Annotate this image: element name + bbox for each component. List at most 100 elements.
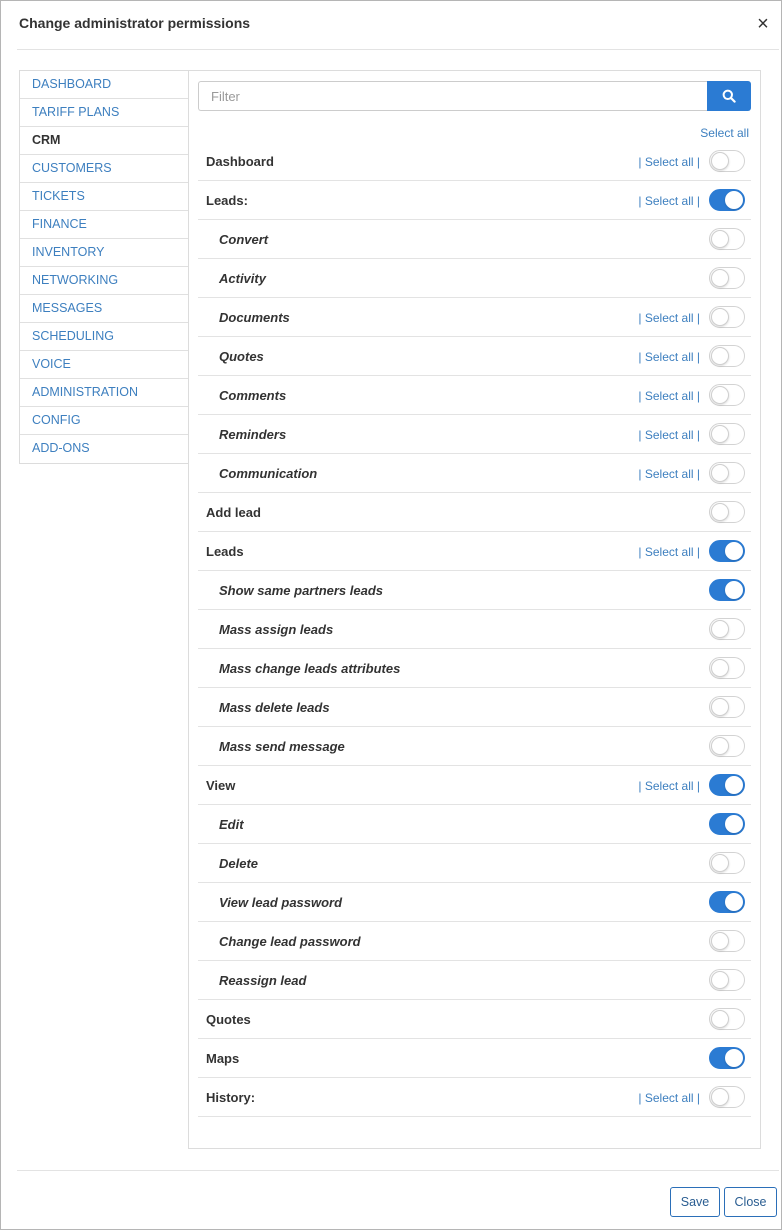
toggle-knob [711,1010,729,1028]
row-select-all-link[interactable]: | Select all | [638,428,700,442]
permission-row: Show same partners leads [198,571,751,610]
select-all-link[interactable]: Select all [700,126,749,140]
permission-row: Mass assign leads [198,610,751,649]
permission-toggle[interactable] [709,774,745,796]
permission-label: History: [206,1090,256,1105]
sidebar-item-dashboard[interactable]: DASHBOARD [20,71,189,99]
permission-row: Maps [198,1039,751,1078]
search-icon [722,89,736,103]
permission-toggle[interactable] [709,345,745,367]
sidebar-item-scheduling[interactable]: SCHEDULING [20,323,189,351]
permission-row: Mass change leads attributes [198,649,751,688]
close-button[interactable]: Close [724,1187,777,1217]
footer-divider [17,1170,779,1171]
sidebar-item-voice[interactable]: VOICE [20,351,189,379]
toggle-knob [725,776,743,794]
permission-label: Change lead password [219,934,361,949]
permission-row: History: | Select all | [198,1078,751,1117]
permission-toggle[interactable] [709,657,745,679]
permission-row: Leads | Select all | [198,532,751,571]
permission-toggle[interactable] [709,969,745,991]
permission-row: View | Select all | [198,766,751,805]
sidebar-item-config[interactable]: CONFIG [20,407,189,435]
sidebar-item-tariff-plans[interactable]: TARIFF PLANS [20,99,189,127]
permission-row: Reminders | Select all | [198,415,751,454]
row-select-all-link[interactable]: | Select all | [638,311,700,325]
filter-input[interactable] [198,81,708,111]
permission-toggle[interactable] [709,228,745,250]
toggle-knob [711,932,729,950]
toggle-knob [711,659,729,677]
permission-toggle[interactable] [709,618,745,640]
permission-toggle[interactable] [709,267,745,289]
row-select-all-link[interactable]: | Select all | [638,194,700,208]
permission-label: Reassign lead [219,973,307,988]
permission-toggle[interactable] [709,735,745,757]
toggle-knob [711,152,729,170]
toggle-knob [711,347,729,365]
toggle-knob [725,542,743,560]
permission-toggle[interactable] [709,306,745,328]
toggle-knob [711,269,729,287]
permission-toggle[interactable] [709,189,745,211]
permission-sections-nav: DASHBOARD TARIFF PLANS CRM CUSTOMERS TICKETS… [19,70,189,464]
permission-toggle[interactable] [709,1047,745,1069]
permissions-panel: Select all Dashboard| Select all |Leads:… [188,70,761,1149]
permission-toggle[interactable] [709,462,745,484]
row-select-all-link[interactable]: | Select all | [638,467,700,481]
permission-label: Leads [206,544,244,559]
close-icon[interactable]: × [755,14,771,34]
sidebar-item-tickets[interactable]: TICKETS [20,183,189,211]
permission-row: Add lead [198,493,751,532]
permission-label: Reminders [219,427,287,442]
row-select-all-link[interactable]: | Select all | [638,779,700,793]
permission-toggle[interactable] [709,891,745,913]
permission-toggle[interactable] [709,813,745,835]
row-select-all-link[interactable]: | Select all | [638,155,700,169]
permission-toggle[interactable] [709,852,745,874]
toggle-knob [711,503,729,521]
row-select-all-link[interactable]: | Select all | [638,1091,700,1105]
sidebar-item-administration[interactable]: ADMINISTRATION [20,379,189,407]
permission-toggle[interactable] [709,423,745,445]
toggle-knob [711,620,729,638]
permission-label: Mass change leads attributes [219,661,401,676]
search-button[interactable] [707,81,751,111]
row-select-all-link[interactable]: | Select all | [638,350,700,364]
permission-label: Activity [219,271,266,286]
toggle-knob [725,893,743,911]
row-select-all-link[interactable]: | Select all | [638,389,700,403]
permission-label: Quotes [206,1012,251,1027]
permission-toggle[interactable] [709,384,745,406]
permission-row: Quotes [198,1000,751,1039]
toggle-knob [711,308,729,326]
permission-toggle[interactable] [709,1008,745,1030]
permission-label: Show same partners leads [219,583,384,598]
permission-toggle[interactable] [709,1086,745,1108]
permission-label: Convert [219,232,269,247]
toggle-knob [725,1049,743,1067]
permission-toggle[interactable] [709,501,745,523]
sidebar-item-customers[interactable]: CUSTOMERS [20,155,189,183]
save-button[interactable]: Save [670,1187,720,1217]
sidebar-item-messages[interactable]: MESSAGES [20,295,189,323]
permission-row: Reassign lead [198,961,751,1000]
sidebar-item-crm[interactable]: CRM [20,127,189,155]
permission-row: Quotes | Select all | [198,337,751,376]
permission-label: Maps [206,1051,240,1066]
permission-toggle[interactable] [709,696,745,718]
toggle-knob [711,425,729,443]
permission-toggle[interactable] [709,540,745,562]
sidebar-item-add-ons[interactable]: ADD-ONS [20,435,189,463]
permission-toggle[interactable] [709,150,745,172]
sidebar-item-inventory[interactable]: INVENTORY [20,239,189,267]
sidebar-item-finance[interactable]: FINANCE [20,211,189,239]
sidebar-item-networking[interactable]: NETWORKING [20,267,189,295]
permission-toggle[interactable] [709,579,745,601]
row-select-all-link[interactable]: | Select all | [638,545,700,559]
permission-label: View [206,778,236,793]
header-divider [17,49,779,50]
permission-toggle[interactable] [709,930,745,952]
permission-row: Dashboard | Select all | [198,142,751,181]
permission-label: Communication [219,466,318,481]
